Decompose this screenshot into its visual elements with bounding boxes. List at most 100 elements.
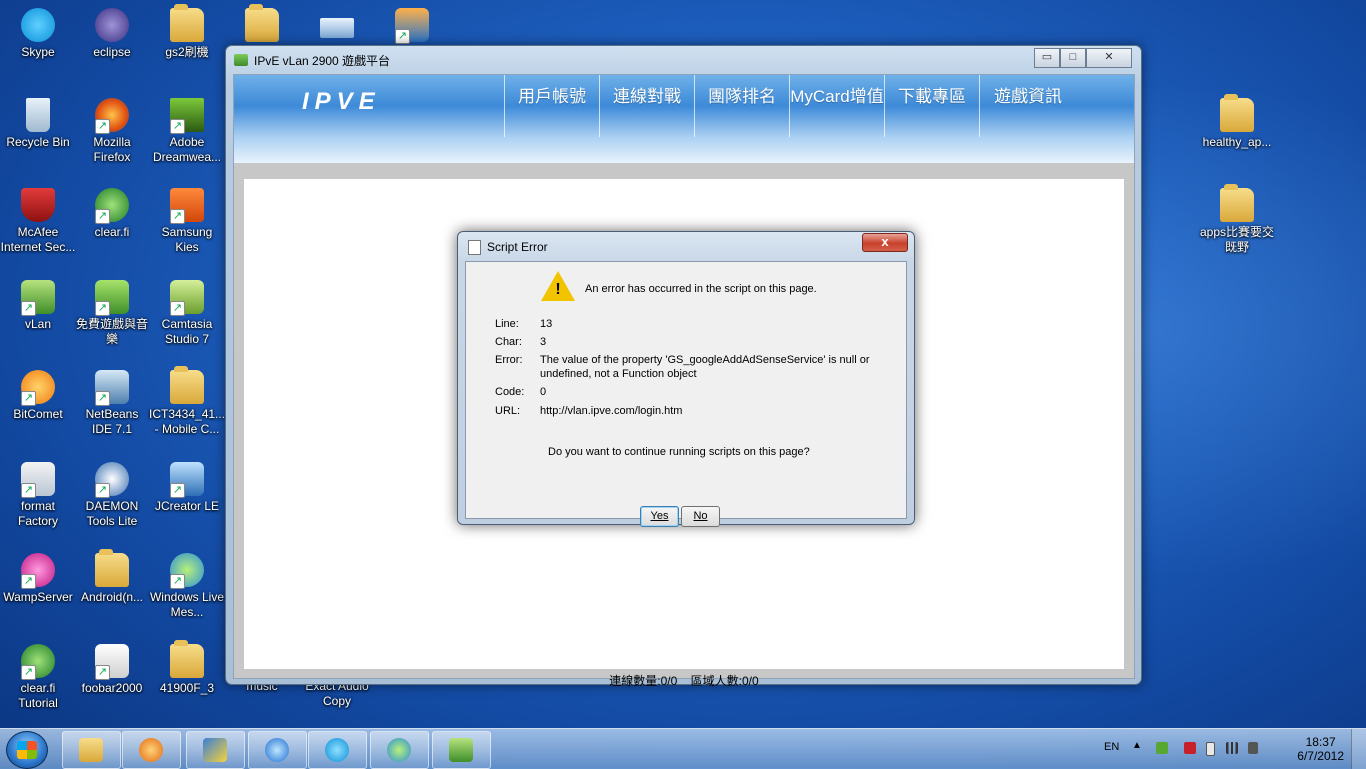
desktop-icon-mcafee[interactable]: McAfee Internet Sec...: [0, 188, 76, 255]
taskbar-internet-explorer[interactable]: [248, 731, 307, 769]
start-button[interactable]: [6, 731, 48, 769]
folder-icon: [170, 4, 204, 42]
desktop-icon-label: ICT3434_41... - Mobile C...: [149, 407, 226, 436]
desktop-icon-netbeans[interactable]: NetBeans IDE 7.1: [74, 370, 150, 437]
desktop-icon-clearfi-tutorial[interactable]: clear.fi Tutorial: [0, 644, 76, 711]
desktop-icon-shortcut-top[interactable]: [374, 8, 450, 45]
desktop-icon-firefox[interactable]: Mozilla Firefox: [74, 98, 150, 165]
desktop-icon-folder-top[interactable]: [224, 4, 300, 45]
clock-date: 6/7/2012: [1297, 749, 1344, 763]
language-indicator[interactable]: EN: [1104, 741, 1119, 753]
kies-icon: [170, 188, 204, 224]
taskbar-explorer[interactable]: [62, 731, 121, 769]
desktop-icon-label: healthy_ap...: [1202, 135, 1272, 149]
desktop-icon-label: eclipse: [93, 45, 131, 59]
nav-online-battle[interactable]: 連線對戰: [599, 75, 694, 137]
desktop-icon-label: foobar2000: [81, 681, 143, 695]
show-desktop-button[interactable]: [1351, 729, 1366, 769]
dialog-close-button[interactable]: x: [862, 233, 908, 252]
desktop-icon-foobar2000[interactable]: foobar2000: [74, 644, 150, 696]
desktop-icon-label: Camtasia Studio 7: [161, 317, 213, 346]
taskbar-vlan[interactable]: [432, 731, 491, 769]
app-icon: [395, 8, 429, 44]
close-button[interactable]: ✕: [1086, 48, 1132, 68]
maximize-button[interactable]: □: [1060, 48, 1086, 68]
clearfi-icon: [95, 188, 129, 224]
code-label: Code:: [495, 386, 525, 398]
nav-game-info[interactable]: 遊戲資訊: [979, 75, 1076, 137]
desktop-icon-wampserver[interactable]: WampServer: [0, 553, 76, 605]
signal-strength-icon[interactable]: [1226, 742, 1238, 754]
dreamweaver-icon: [170, 98, 204, 134]
desktop-icon-camtasia[interactable]: Camtasia Studio 7: [149, 280, 225, 347]
desktop-icon-bitcomet[interactable]: BitComet: [0, 370, 76, 422]
volume-icon[interactable]: [1248, 742, 1258, 754]
desktop-icon-jcreator[interactable]: JCreator LE: [149, 462, 225, 514]
taskbar-paint[interactable]: [186, 731, 245, 769]
desktop-icon-samsung-kies[interactable]: Samsung Kies: [149, 188, 225, 255]
taskbar-skype[interactable]: [308, 731, 367, 769]
status-connections: 連線數量:0/0: [609, 674, 678, 688]
error-value-line2: undefined, not a Function object: [540, 368, 697, 380]
nav-mycard-topup[interactable]: MyCard增值: [789, 75, 884, 137]
desktop-icon-recycle-bin[interactable]: Recycle Bin: [0, 98, 76, 150]
desktop-icon-eclipse[interactable]: eclipse: [74, 8, 150, 60]
folder-icon: [1220, 184, 1254, 222]
desktop-icon-label: 免費遊戲與音樂: [75, 317, 148, 346]
error-heading: An error has occurred in the script on t…: [585, 283, 817, 295]
code-value: 0: [540, 386, 547, 398]
desktop-icon-gs2[interactable]: gs2刷機: [149, 4, 225, 60]
mcafee-tray-icon[interactable]: [1184, 742, 1196, 754]
nav-team-ranking[interactable]: 團隊排名: [694, 75, 789, 137]
window-title: IPvE vLan 2900 遊戲平台: [254, 54, 391, 68]
app-icon: [234, 54, 248, 66]
format-factory-icon: [21, 462, 55, 498]
system-tray: EN ▲ 18:37 6/7/2012: [1096, 729, 1366, 769]
desktop-icon-apps[interactable]: apps比賽要交既野: [1197, 184, 1277, 255]
desktop-icon-daemon-tools[interactable]: DAEMON Tools Lite: [74, 462, 150, 529]
desktop-icon-label: Samsung Kies: [161, 225, 213, 254]
yes-button[interactable]: Yes: [640, 506, 679, 527]
desktop-icon-label: apps比賽要交既野: [1199, 225, 1275, 254]
show-hidden-icons-button[interactable]: ▲: [1132, 740, 1142, 751]
desktop-icon-vlan[interactable]: vLan: [0, 280, 76, 332]
desktop-icon-41900f[interactable]: 41900F_3: [149, 640, 225, 696]
nav-user-account[interactable]: 用戶帳號: [504, 75, 599, 137]
taskbar-messenger[interactable]: [370, 731, 429, 769]
folder-icon: [95, 549, 129, 587]
desktop-icon-free-games[interactable]: 免費遊戲與音樂: [74, 280, 150, 347]
dialog-title: Script Error: [487, 240, 548, 254]
desktop-icon-live-messenger[interactable]: Windows Live Mes...: [149, 553, 225, 620]
desktop-icon-android[interactable]: Android(n...: [74, 549, 150, 605]
battery-icon[interactable]: [1206, 742, 1215, 756]
no-button[interactable]: No: [681, 506, 720, 527]
status-people: 區域人數:0/0: [690, 674, 759, 688]
messenger-icon: [387, 738, 411, 762]
desktop-icon-format-factory[interactable]: format Factory: [0, 462, 76, 529]
desktop-icon-label: Adobe Dreamwea...: [152, 135, 222, 164]
desktop-icon-skype[interactable]: Skype: [0, 8, 76, 60]
network-app-icon[interactable]: [1156, 742, 1168, 754]
folder-icon: [245, 4, 279, 42]
desktop-icon-label: Mozilla Firefox: [93, 135, 131, 164]
ipve-logo: IPVE: [302, 88, 381, 115]
desktop-icon-label: format Factory: [17, 499, 58, 528]
desktop-icon-window-top[interactable]: [299, 8, 375, 41]
script-error-dialog: Script Error x ! An error has occurred i…: [457, 231, 915, 527]
taskbar-media-player[interactable]: [122, 731, 181, 769]
nav-downloads[interactable]: 下載專區: [884, 75, 979, 137]
desktop-icon-label: Android(n...: [80, 590, 144, 604]
desktop-icon-label: Windows Live Mes...: [149, 590, 225, 619]
desktop-icon-clearfi[interactable]: clear.fi: [74, 188, 150, 240]
folder-icon: [170, 366, 204, 404]
char-value: 3: [540, 336, 547, 348]
minimize-button[interactable]: ▭: [1034, 48, 1060, 68]
desktop-icon-dreamweaver[interactable]: Adobe Dreamwea...: [149, 98, 225, 165]
desktop-icon-label: gs2刷機: [165, 45, 209, 59]
line-label: Line:: [495, 318, 519, 330]
desktop-icon-ict3434[interactable]: ICT3434_41... - Mobile C...: [149, 366, 226, 437]
url-value: http://vlan.ipve.com/login.htm: [540, 405, 683, 417]
clock[interactable]: 18:37 6/7/2012: [1297, 735, 1344, 763]
skype-icon: [325, 738, 349, 762]
desktop-icon-healthy-ap[interactable]: healthy_ap...: [1197, 94, 1277, 150]
